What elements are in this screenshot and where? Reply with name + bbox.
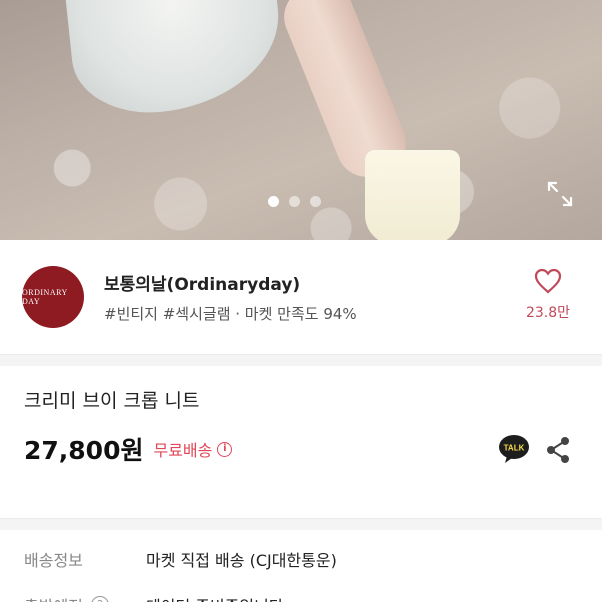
shop-logo[interactable]: ORDINARY DAY <box>22 266 84 328</box>
shipping-row: 배송정보 마켓 직접 배송 (CJ대한통운) <box>24 536 578 582</box>
free-shipping-label: 무료배송 <box>153 441 213 460</box>
departure-label: 출발예정 <box>24 593 83 602</box>
cream-sock <box>365 150 460 240</box>
like-count: 23.8만 <box>525 305 571 321</box>
carousel-dot-2[interactable] <box>289 196 300 207</box>
shop-tags: #빈티지 #섹시글램 · 마켓 만족도 94% <box>104 305 357 323</box>
share-icon[interactable] <box>544 436 572 464</box>
talk-label: TALK <box>504 444 525 453</box>
carousel-dots <box>268 196 321 207</box>
shipping-value: 마켓 직접 배송 (CJ대한통운) <box>146 551 337 570</box>
product-price: 27,800원 <box>24 436 144 465</box>
product-name: 크리미 브이 크롭 니트 <box>24 390 200 412</box>
section-divider <box>0 354 602 366</box>
shipping-label: 배송정보 <box>24 551 83 570</box>
departure-value: 데이터 준비중입니다 <box>146 593 284 602</box>
info-icon[interactable]: i <box>217 441 233 457</box>
shop-name[interactable]: 보통의날(Ordinaryday) <box>104 270 357 295</box>
heart-icon <box>534 268 562 294</box>
shop-header[interactable]: ORDINARY DAY 보통의날(Ordinaryday) #빈티지 #섹시글… <box>0 240 602 354</box>
kakao-talk-icon[interactable]: TALK <box>498 434 530 464</box>
product-info: 크리미 브이 크롭 니트 27,800원 무료배송 i TALK <box>0 366 602 518</box>
carousel-dot-1[interactable] <box>268 196 279 207</box>
free-shipping-badge[interactable]: 무료배송 i <box>153 437 233 461</box>
product-image-carousel[interactable] <box>0 0 602 240</box>
carousel-dot-3[interactable] <box>310 196 321 207</box>
like-button[interactable]: 23.8만 <box>518 268 578 322</box>
shipping-info: 배송정보 마켓 직접 배송 (CJ대한통운) 출발예정 ? 데이터 준비중입니다 <box>0 536 602 602</box>
expand-icon[interactable] <box>546 180 574 208</box>
help-icon[interactable]: ? <box>90 596 109 602</box>
departure-row: 출발예정 ? 데이터 준비중입니다 <box>24 582 578 602</box>
section-divider <box>0 518 602 530</box>
shop-logo-text: ORDINARY DAY <box>22 288 68 306</box>
